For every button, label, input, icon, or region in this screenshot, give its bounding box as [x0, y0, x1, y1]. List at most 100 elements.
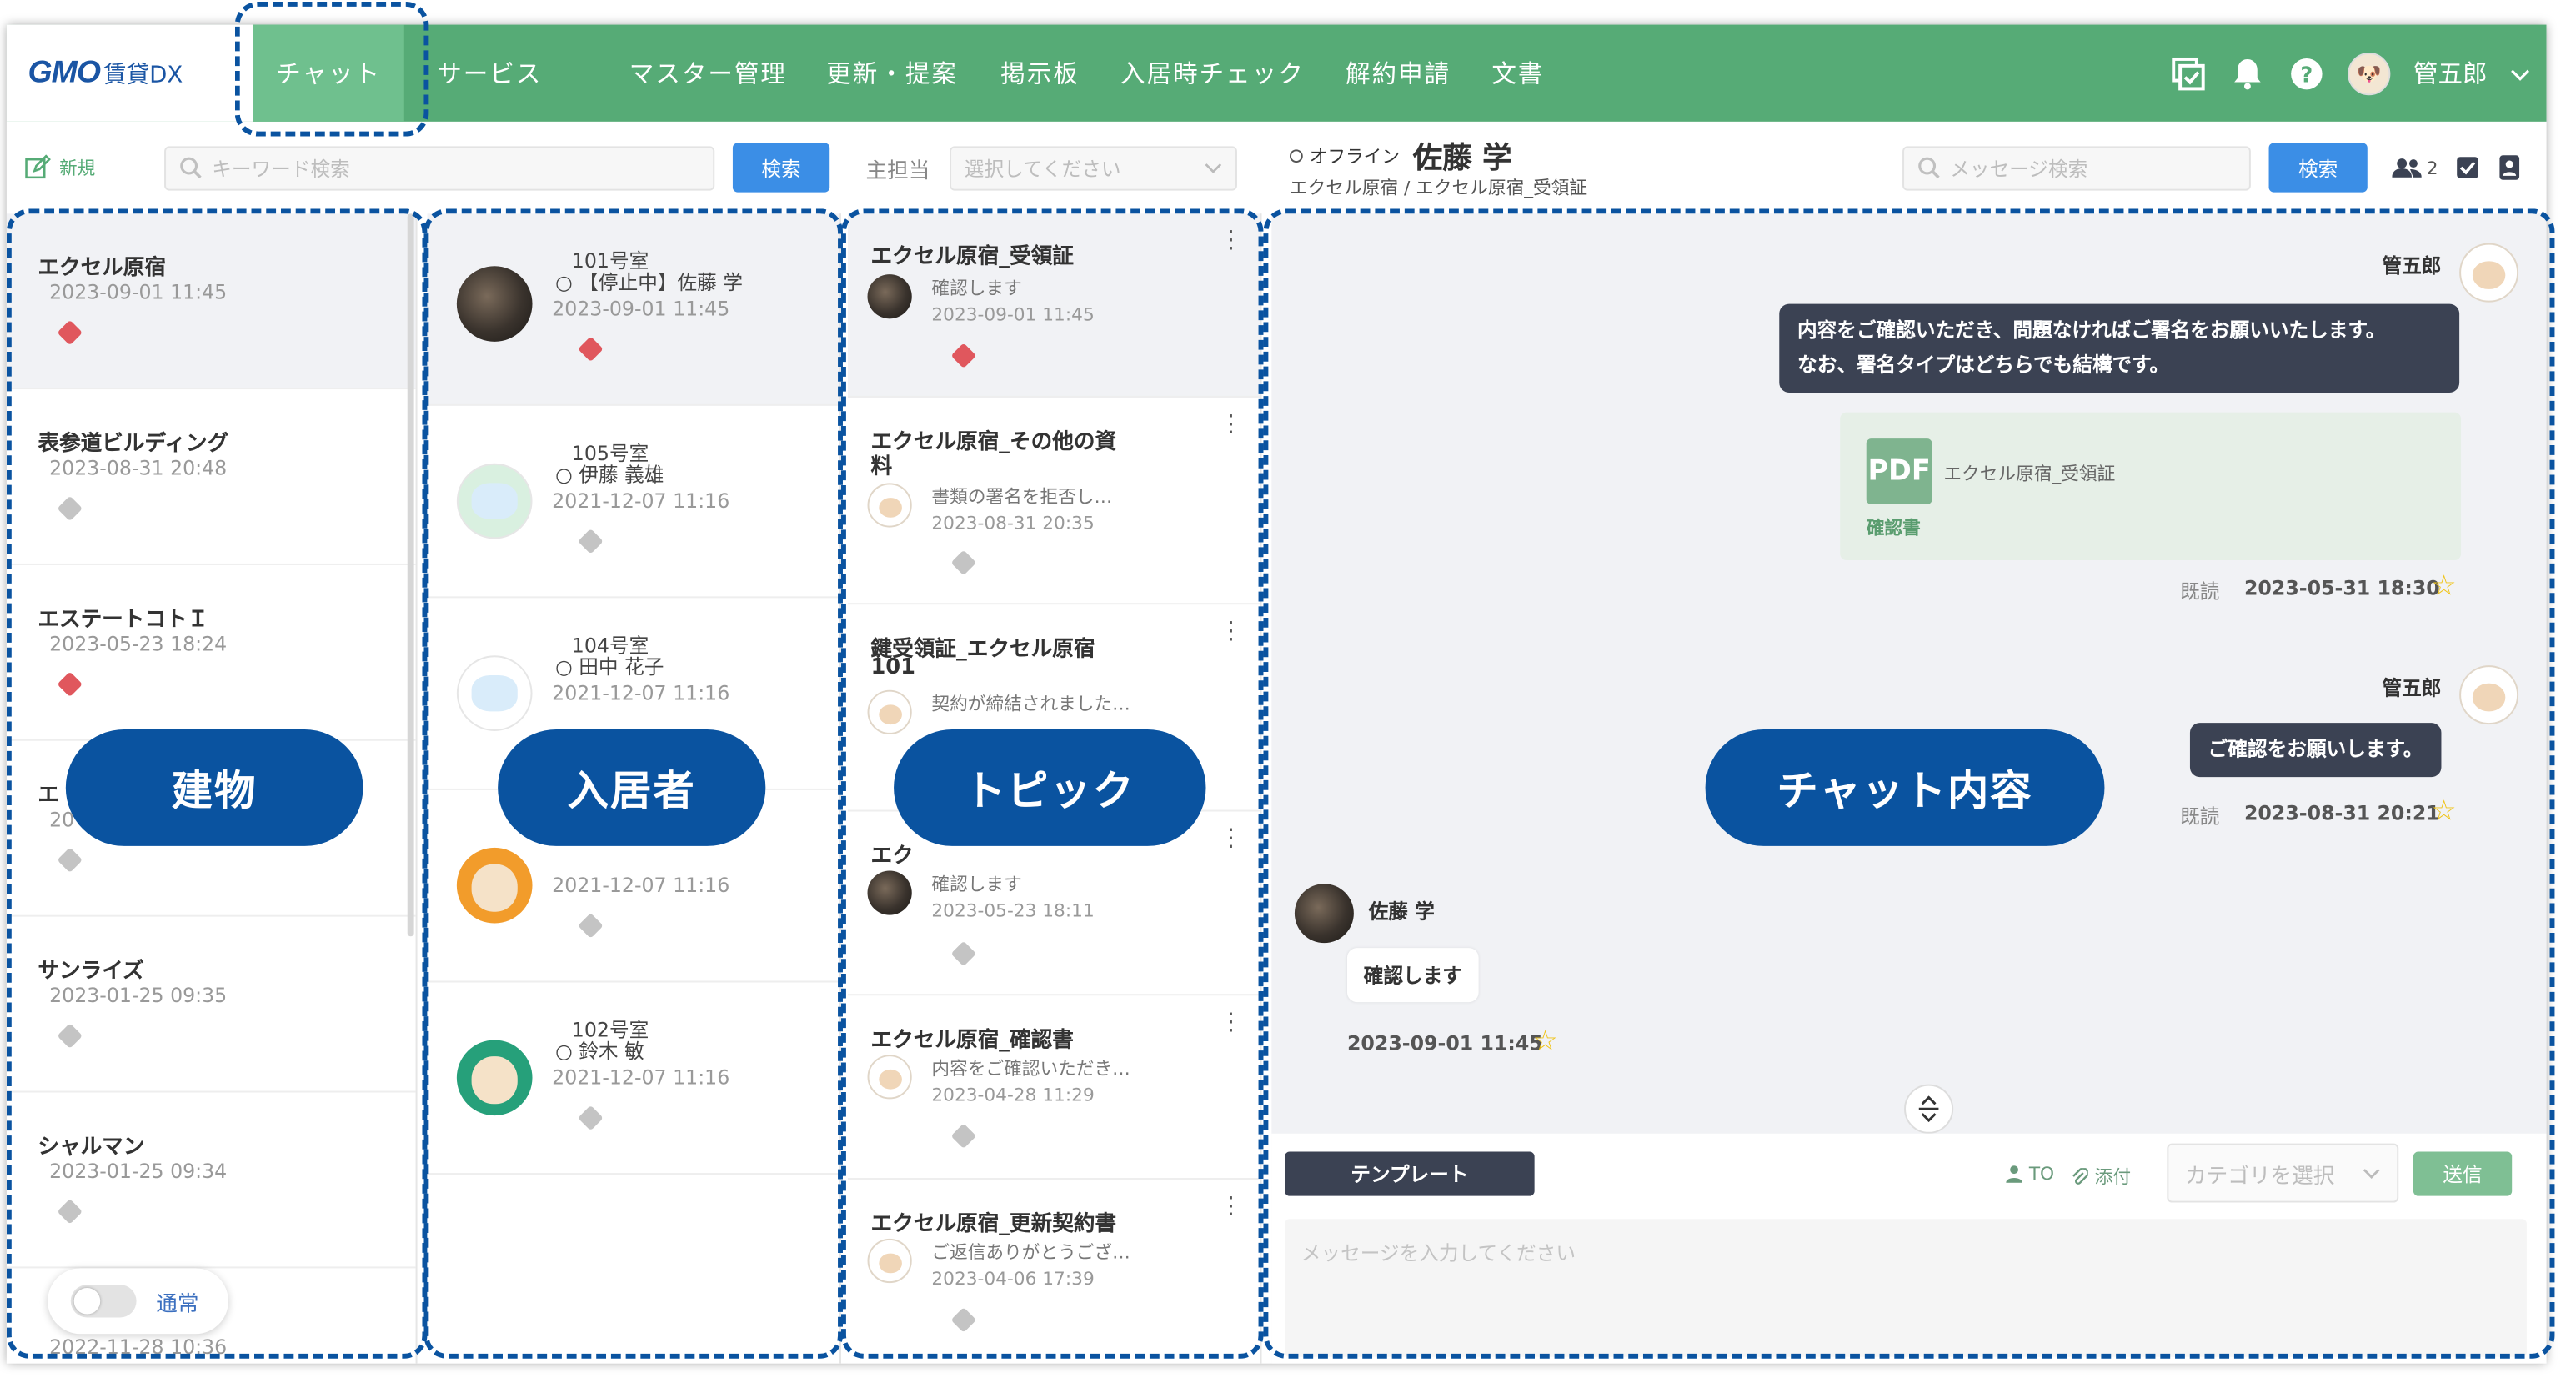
nav-documents[interactable]: 文書: [1491, 25, 1544, 122]
message-search-placeholder: メッセージ検索: [1950, 157, 2088, 180]
top-navigation-bar: GMO 賃貸DX チャット サービス マスター管理 更新・提案 掲示板 入居時チ…: [6, 24, 2547, 122]
sender-avatar: [2459, 665, 2519, 725]
list-item[interactable]: シャルマン 2023-01-25 09:34: [6, 1093, 416, 1269]
send-button[interactable]: 送信: [2413, 1151, 2513, 1196]
list-item[interactable]: エクセル原宿 2023-09-01 11:45: [6, 213, 416, 390]
more-icon[interactable]: · · ·: [1227, 1004, 1235, 1043]
attach-button[interactable]: 添付: [2072, 1163, 2131, 1190]
composer: テンプレート TO 添付 カテゴリを選択 送信 メッセージを入力してください: [1271, 1133, 2547, 1364]
message-search-button[interactable]: 検索: [2268, 143, 2368, 193]
more-icon[interactable]: · · ·: [1227, 222, 1235, 261]
contact-card-icon: [2499, 155, 2520, 180]
search-icon: [180, 157, 202, 179]
list-item[interactable]: エステートコトＩ 2023-05-23 18:24: [6, 565, 416, 741]
list-item[interactable]: 105号室 ○ 伊藤 義雄 2021-12-07 11:16: [427, 406, 840, 599]
logo[interactable]: GMO 賃貸DX: [6, 24, 253, 122]
resize-handle-icon[interactable]: [1904, 1084, 1954, 1134]
mode-toggle[interactable]: 通常: [48, 1268, 228, 1335]
bell-icon[interactable]: [2229, 55, 2265, 91]
more-icon[interactable]: · · ·: [1227, 613, 1235, 652]
resident-date: 2021-12-07 11:16: [552, 1065, 730, 1090]
chevron-down-icon: [1205, 163, 1222, 173]
topic-date: 2023-04-06 17:39: [931, 1268, 1095, 1290]
building-date: 2023-05-23 18:24: [49, 632, 228, 656]
keyword-search-input[interactable]: キーワード検索: [164, 145, 715, 190]
topic-avatar: [867, 274, 912, 319]
topic-title: エクセル原宿_その他の資: [870, 430, 1117, 455]
building-date: 2023-09-01 11:45: [49, 280, 228, 304]
resident-date: 2023-09-01 11:45: [552, 297, 730, 321]
task-check-button[interactable]: [2456, 122, 2479, 213]
category-placeholder: カテゴリを選択: [2185, 1164, 2335, 1189]
topic-avatar: [867, 870, 912, 915]
user-name[interactable]: 管五郎: [2413, 56, 2488, 90]
topic-title: エクセル原宿_受領証: [870, 244, 1074, 270]
status-text: オフライン: [1309, 146, 1401, 168]
topic-avatar: [867, 1238, 912, 1284]
list-item[interactable]: エクセル原宿_更新契約書 · · · ご返信ありがとうござ… 2023-04-06 …: [848, 1180, 1260, 1364]
list-item[interactable]: サンライズ 2023-01-25 09:35: [6, 917, 416, 1093]
template-button[interactable]: テンプレート: [1285, 1151, 1535, 1196]
resident-name: ○ 【停止中】佐藤 学: [555, 271, 744, 294]
user-avatar[interactable]: 🐶: [2348, 52, 2391, 95]
list-item[interactable]: エクセル原宿_受領証 · · · 確認します 2023-09-01 11:45: [847, 213, 1260, 398]
sender-avatar: [1294, 884, 1354, 944]
edit-icon: [25, 154, 51, 179]
topic-preview: 確認します: [931, 874, 1022, 896]
topic-date: 2023-09-01 11:45: [931, 303, 1095, 326]
toggle-switch[interactable]: [70, 1285, 137, 1318]
nav-service[interactable]: サービス: [437, 25, 542, 122]
assignee-select[interactable]: 選択してください: [950, 145, 1237, 190]
list-item[interactable]: エクセル原宿_確認書 · · · 内容をご確認いただき… 2023-04-28 11…: [847, 995, 1260, 1180]
resident-name-text: 【停止中】佐藤 学: [579, 271, 744, 294]
topic-date: 2023-05-23 18:11: [931, 899, 1095, 922]
nav-master[interactable]: マスター管理: [629, 25, 787, 122]
building-name: サンライズ: [38, 959, 144, 985]
contact-card-button[interactable]: [2498, 122, 2520, 213]
list-item[interactable]: 表参道ビルディング 2023-08-31 20:48: [6, 389, 416, 565]
nav-chat[interactable]: チャット: [253, 24, 404, 122]
members-button[interactable]: 2: [2392, 122, 2438, 213]
message-input[interactable]: メッセージを入力してください: [1285, 1219, 2527, 1357]
nav-bulletin[interactable]: 掲示板: [1000, 25, 1080, 122]
read-badge-icon: [57, 847, 83, 873]
chevron-down-icon[interactable]: [2510, 58, 2530, 88]
nav-renewal[interactable]: 更新・提案: [826, 25, 958, 122]
list-item[interactable]: 101号室 ○ 【停止中】佐藤 学 2023-09-01 11:45: [427, 213, 840, 406]
category-select[interactable]: カテゴリを選択: [2167, 1143, 2399, 1203]
more-icon[interactable]: · · ·: [1227, 406, 1235, 445]
read-badge-icon: [578, 529, 604, 554]
more-icon[interactable]: · · ·: [1227, 1188, 1235, 1227]
resident-name-text: 鈴木 敏: [579, 1040, 644, 1064]
message-search-input[interactable]: メッセージ検索: [1902, 145, 2251, 190]
topic-avatar: [867, 483, 912, 528]
list-item[interactable]: 102号室 ○ 鈴木 敏 2021-12-07 11:16: [427, 982, 840, 1175]
resident-avatar: [456, 847, 533, 924]
building-name: エステートコトＩ: [38, 608, 209, 633]
read-badge-icon: [578, 1105, 604, 1131]
read-badge-icon: [578, 913, 604, 939]
attach-label: 添付: [2094, 1166, 2131, 1188]
keyword-search-area: キーワード検索: [164, 122, 715, 213]
new-chat-button[interactable]: 新規: [25, 122, 95, 213]
chevron-down-icon: [2363, 1168, 2380, 1178]
person-icon: [2006, 1165, 2022, 1183]
app-window: GMO 賃貸DX チャット サービス マスター管理 更新・提案 掲示板 入居時チ…: [6, 24, 2547, 1364]
pdf-attachment[interactable]: PDF エクセル原宿_受領証 確認書: [1840, 412, 2462, 561]
resident-name: ○ 鈴木 敏: [555, 1040, 644, 1064]
scrollbar[interactable]: [407, 213, 414, 937]
nav-cancellation[interactable]: 解約申請: [1346, 25, 1451, 122]
star-icon[interactable]: ☆: [2432, 795, 2457, 828]
to-button[interactable]: TO: [2006, 1163, 2054, 1185]
help-icon[interactable]: ?: [2288, 55, 2324, 91]
read-badge-icon: [950, 549, 977, 576]
star-icon[interactable]: ☆: [1533, 1025, 1558, 1058]
more-icon[interactable]: · · ·: [1227, 819, 1235, 859]
pdf-filename: エクセル原宿_受領証: [1943, 463, 2116, 485]
task-window-icon[interactable]: [2170, 55, 2206, 91]
nav-move-in-check[interactable]: 入居時チェック: [1120, 25, 1305, 122]
list-item[interactable]: エクセル原宿_その他の資 料 · · · 書類の署名を拒否し… 2023-08-31…: [847, 398, 1260, 605]
keyword-search-button[interactable]: 検索: [732, 143, 830, 193]
topic-title: エクセル原宿_確認書: [870, 1028, 1074, 1054]
star-icon[interactable]: ☆: [2432, 570, 2457, 603]
